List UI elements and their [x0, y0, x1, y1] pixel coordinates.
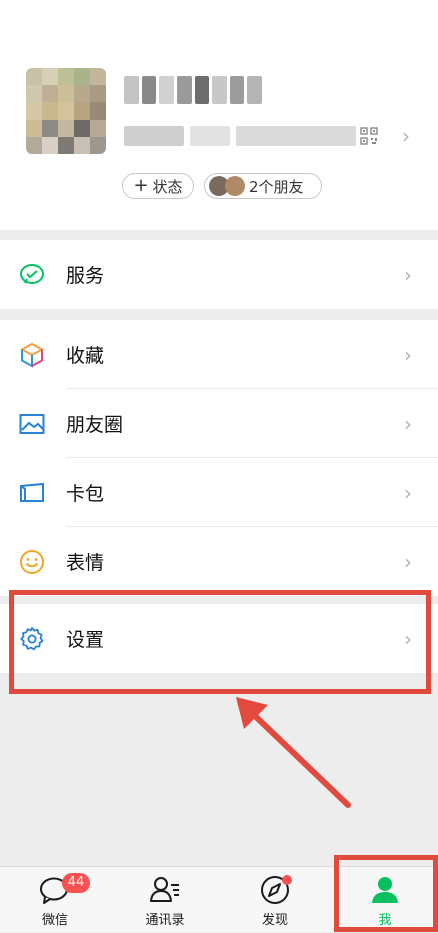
chevron-right-icon: › — [404, 411, 412, 436]
menu-item-services[interactable]: 服务 › — [0, 240, 438, 309]
tab-label: 通讯录 — [145, 913, 185, 928]
red-arrow-annotation — [236, 697, 351, 808]
add-status-button[interactable]: + 状态 — [122, 173, 194, 199]
smiley-face-icon — [20, 549, 44, 574]
status-button-label: 状态 — [152, 177, 183, 196]
tab-discover[interactable]: 发现 — [220, 867, 330, 933]
tab-label: 微信 — [41, 913, 68, 928]
menu-item-label: 服务 — [66, 265, 105, 287]
card-wallet-icon — [20, 482, 44, 502]
favorites-cube-icon — [19, 342, 45, 368]
wechat-id-blurred — [124, 126, 356, 146]
menu-item-label: 收藏 — [66, 345, 105, 367]
chevron-right-icon: › — [404, 342, 412, 367]
main-menu-group: 收藏 › 朋友圈 › 卡包 › 表情 › — [0, 320, 438, 596]
tab-label: 发现 — [261, 913, 288, 928]
menu-item-cards[interactable]: 卡包 › — [0, 458, 438, 527]
contacts-icon — [150, 877, 179, 902]
services-icon — [20, 263, 44, 284]
avatar[interactable] — [26, 68, 106, 154]
plus-icon: + — [133, 175, 149, 196]
me-tab-highlight-box — [334, 855, 438, 932]
unread-badge: 44 — [62, 873, 90, 893]
chevron-right-icon: › — [404, 480, 412, 505]
chevron-right-icon: › — [404, 549, 412, 574]
chevron-right-icon: › — [404, 262, 412, 287]
tab-contacts[interactable]: 通讯录 — [110, 867, 220, 933]
new-content-dot — [282, 875, 292, 885]
menu-item-label: 朋友圈 — [66, 414, 124, 436]
settings-highlight-box — [9, 590, 431, 694]
menu-item-stickers[interactable]: 表情 › — [0, 527, 438, 596]
friend-avatar — [225, 176, 245, 196]
qr-code-icon[interactable] — [360, 127, 378, 145]
moments-picture-icon — [19, 413, 45, 434]
menu-item-label: 卡包 — [66, 483, 105, 505]
menu-item-moments[interactable]: 朋友圈 › — [0, 389, 438, 458]
profile-header[interactable]: › + 状态 2个朋友 — [0, 0, 438, 230]
menu-item-label: 表情 — [66, 552, 105, 574]
friends-status-button[interactable]: 2个朋友 — [204, 173, 322, 199]
friends-button-label: 2个朋友 — [249, 177, 304, 196]
menu-item-favorites[interactable]: 收藏 › — [0, 320, 438, 389]
tab-chats[interactable]: 44 微信 — [0, 867, 110, 933]
nickname-blurred — [124, 76, 262, 104]
chevron-right-icon: › — [402, 124, 410, 148]
services-group: 服务 › — [0, 240, 438, 309]
